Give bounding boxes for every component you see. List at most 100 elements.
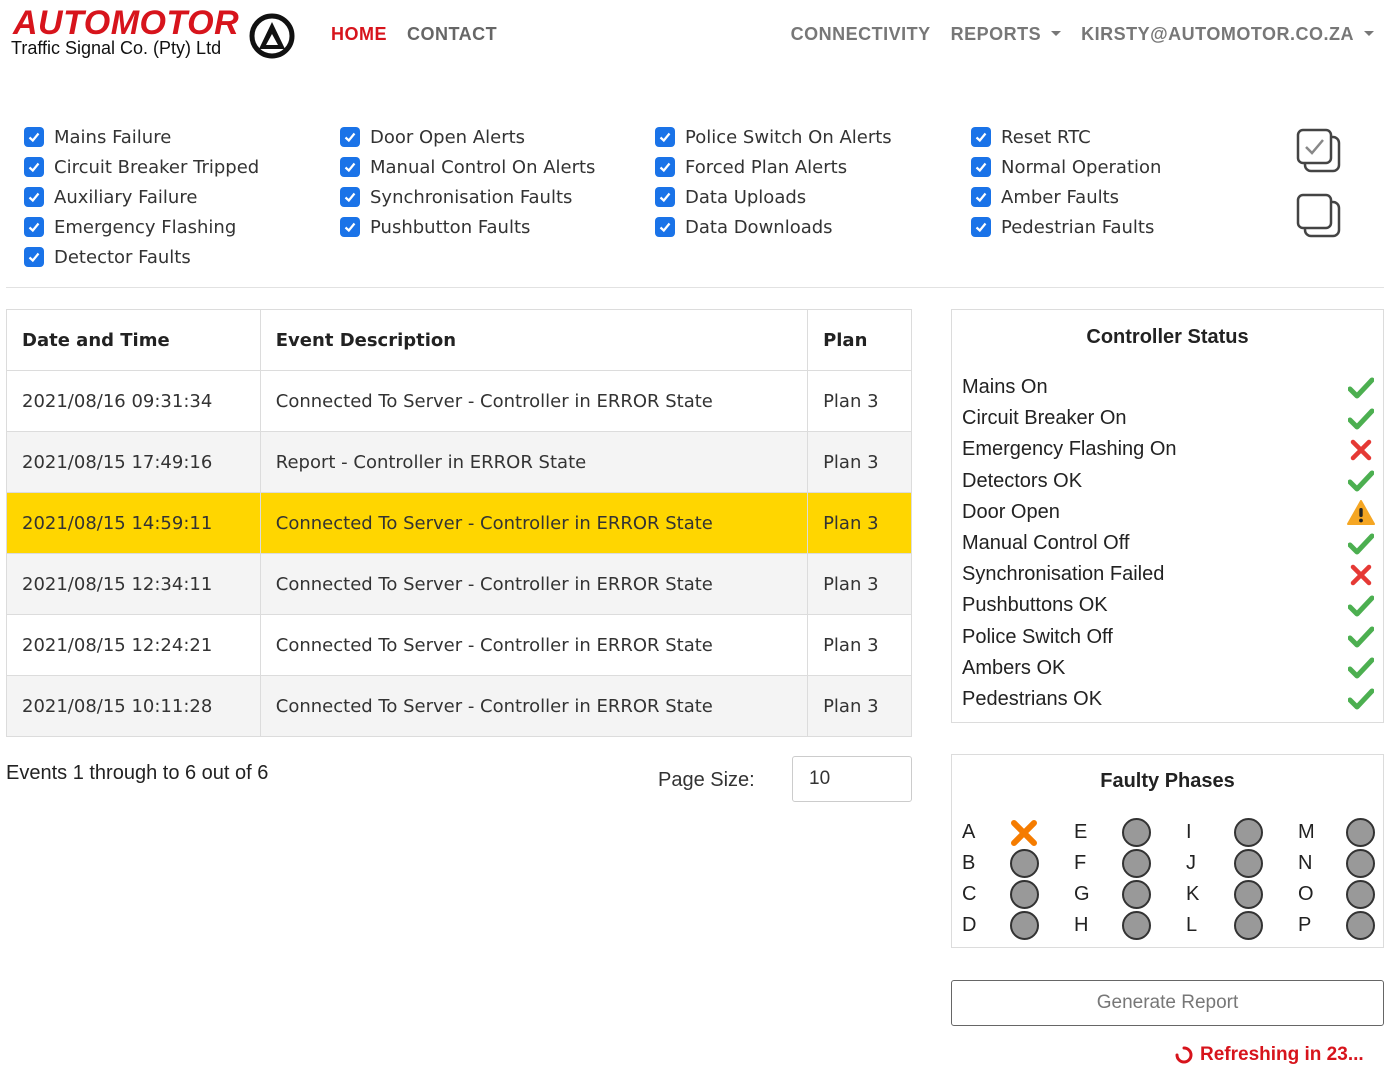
status-label: Mains On — [962, 376, 1048, 399]
deselect-all-icon[interactable] — [1296, 193, 1342, 239]
filter-data-uploads[interactable]: Data Uploads — [655, 182, 892, 212]
status-row: Pedestrians OK — [962, 684, 1375, 715]
phase-circle — [1345, 849, 1375, 878]
phase-label: F — [1074, 852, 1087, 874]
table-row[interactable]: 2021/08/15 10:11:28 Connected To Server … — [6, 675, 912, 737]
checkbox-checked-icon[interactable] — [24, 247, 44, 267]
filter-door-open-alerts[interactable]: Door Open Alerts — [340, 122, 595, 152]
status-row: Police Switch Off — [962, 622, 1375, 653]
checkbox-checked-icon[interactable] — [340, 157, 360, 177]
checkbox-checked-icon[interactable] — [24, 217, 44, 237]
table-row[interactable]: 2021/08/15 17:49:16 Report - Controller … — [6, 431, 912, 493]
filter-normal-operation[interactable]: Normal Operation — [971, 152, 1161, 182]
status-label: Detectors OK — [962, 469, 1083, 492]
filter-column: Mains Failure Circuit Breaker Tripped Au… — [24, 122, 259, 272]
table-row[interactable]: 2021/08/16 09:31:34 Connected To Server … — [6, 370, 912, 432]
phase-item: D — [962, 910, 1062, 941]
checkbox-checked-icon[interactable] — [655, 187, 675, 207]
filter-circuit-breaker-tripped[interactable]: Circuit Breaker Tripped — [24, 152, 259, 182]
nav-contact-link[interactable]: CONTACT — [407, 24, 497, 45]
brand-mark-icon — [249, 13, 295, 59]
phase-item: F — [1074, 848, 1174, 879]
check-icon — [1347, 624, 1375, 650]
phase-ok-indicator-icon — [1232, 848, 1264, 880]
status-row: Ambers OK — [962, 653, 1375, 684]
checkbox-checked-icon[interactable] — [655, 127, 675, 147]
checkbox-checked-icon[interactable] — [655, 157, 675, 177]
checkbox-checked-icon[interactable] — [24, 127, 44, 147]
checkbox-checked-icon[interactable] — [24, 157, 44, 177]
phase-ok-indicator-icon — [1232, 910, 1264, 942]
status-label: Emergency Flashing On — [962, 438, 1177, 461]
phase-label: J — [1186, 852, 1196, 874]
filter-label: Synchronisation Faults — [370, 186, 573, 208]
filter-auxiliary-failure[interactable]: Auxiliary Failure — [24, 182, 259, 212]
checkbox-checked-icon[interactable] — [971, 127, 991, 147]
table-row[interactable]: 2021/08/15 12:24:21 Connected To Server … — [6, 614, 912, 676]
filter-label: Door Open Alerts — [370, 126, 526, 148]
nav-reports-label: REPORTS — [950, 24, 1042, 44]
nav-user-dropdown[interactable]: KIRSTY@AUTOMOTOR.CO.ZA — [1081, 24, 1374, 45]
phase-label: N — [1298, 852, 1313, 874]
select-all-icon[interactable] — [1296, 128, 1342, 174]
filter-reset-rtc[interactable]: Reset RTC — [971, 122, 1161, 152]
checkbox-checked-icon[interactable] — [340, 217, 360, 237]
table-row-highlighted[interactable]: 2021/08/15 14:59:11 Connected To Server … — [6, 492, 912, 554]
generate-report-button[interactable]: Generate Report — [951, 980, 1384, 1026]
checkbox-checked-icon[interactable] — [971, 187, 991, 207]
nav-connectivity-link[interactable]: CONNECTIVITY — [791, 24, 931, 45]
brand-logo[interactable]: AUTOMOTOR Traffic Signal Co. (Pty) Ltd — [10, 4, 300, 62]
checkbox-checked-icon[interactable] — [655, 217, 675, 237]
filter-data-downloads[interactable]: Data Downloads — [655, 212, 892, 242]
checkbox-checked-icon[interactable] — [340, 127, 360, 147]
filter-pushbutton-faults[interactable]: Pushbutton Faults — [340, 212, 595, 242]
phase-grid: ABCDEFGHIJKLMNOP — [962, 817, 1382, 942]
checkbox-checked-icon[interactable] — [340, 187, 360, 207]
status-label: Circuit Breaker On — [962, 407, 1127, 430]
phase-item: I — [1186, 817, 1286, 848]
phase-fault-icon — [1008, 817, 1040, 849]
phase-label: K — [1186, 883, 1200, 905]
filter-mains-failure[interactable]: Mains Failure — [24, 122, 259, 152]
checkbox-checked-icon[interactable] — [971, 217, 991, 237]
table-row[interactable]: 2021/08/15 12:34:11 Connected To Server … — [6, 553, 912, 615]
page-size-input[interactable] — [792, 756, 912, 802]
phase-ok-indicator-icon — [1008, 910, 1040, 942]
filter-label: Emergency Flashing — [54, 216, 237, 238]
filter-label: Normal Operation — [1001, 156, 1162, 178]
phase-label: P — [1298, 914, 1312, 936]
filter-label: Manual Control On Alerts — [370, 156, 596, 178]
column-header-datetime[interactable]: Date and Time — [6, 309, 261, 371]
phase-circle — [1009, 880, 1039, 909]
filter-column: Reset RTC Normal Operation Amber Faults … — [971, 122, 1161, 242]
warning-icon — [1347, 499, 1375, 525]
filter-detector-faults[interactable]: Detector Faults — [24, 242, 259, 272]
filter-police-switch-on-alerts[interactable]: Police Switch On Alerts — [655, 122, 892, 152]
phase-circle — [1121, 880, 1151, 909]
event-datetime: 2021/08/16 09:31:34 — [6, 370, 261, 432]
status-label: Synchronisation Failed — [962, 563, 1165, 586]
nav-home-link[interactable]: HOME — [331, 24, 387, 45]
filter-forced-plan-alerts[interactable]: Forced Plan Alerts — [655, 152, 892, 182]
event-description: Connected To Server - Controller in ERRO… — [259, 614, 809, 676]
filter-emergency-flashing[interactable]: Emergency Flashing — [24, 212, 259, 242]
phase-label: M — [1298, 821, 1315, 843]
filter-amber-faults[interactable]: Amber Faults — [971, 182, 1161, 212]
filter-column: Police Switch On Alerts Forced Plan Aler… — [655, 122, 892, 242]
status-label: Door Open — [962, 500, 1060, 523]
status-row: Door Open — [962, 497, 1375, 528]
event-datetime: 2021/08/15 14:59:11 — [6, 492, 261, 554]
filter-synchronisation-faults[interactable]: Synchronisation Faults — [340, 182, 595, 212]
checkbox-checked-icon[interactable] — [24, 187, 44, 207]
column-header-plan[interactable]: Plan — [807, 309, 912, 371]
phase-column: ABCD — [962, 817, 1062, 941]
events-table: Date and Time Event Description Plan 202… — [6, 309, 912, 737]
phase-ok-indicator-icon — [1120, 910, 1152, 942]
phase-ok-indicator-icon — [1008, 879, 1040, 911]
checkbox-checked-icon[interactable] — [971, 157, 991, 177]
nav-reports-dropdown[interactable]: REPORTS — [951, 24, 1062, 45]
column-header-description[interactable]: Event Description — [259, 309, 809, 371]
filter-manual-control-on-alerts[interactable]: Manual Control On Alerts — [340, 152, 595, 182]
filter-pedestrian-faults[interactable]: Pedestrian Faults — [971, 212, 1161, 242]
phase-label: L — [1186, 914, 1198, 936]
